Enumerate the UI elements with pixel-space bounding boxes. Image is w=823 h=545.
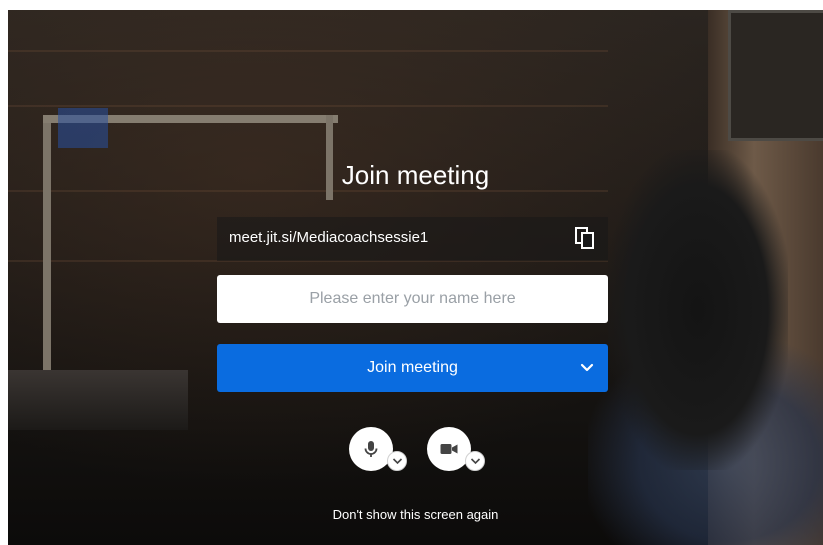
camera-preview: Join meeting meet.jit.si/Mediacoachsessi… <box>8 10 823 545</box>
copy-icon[interactable] <box>574 227 596 251</box>
video-camera-icon <box>440 444 458 454</box>
background-plank <box>8 50 608 52</box>
camera-options-button[interactable] <box>465 451 485 471</box>
chevron-down-icon[interactable] <box>580 361 594 375</box>
camera-button[interactable] <box>427 427 471 471</box>
chevron-down-icon <box>470 458 481 465</box>
background-desk <box>8 370 188 430</box>
background-plank <box>8 105 608 107</box>
join-meeting-button[interactable]: Join meeting <box>217 344 608 392</box>
background-chair <box>608 150 788 470</box>
microphone-options-button[interactable] <box>387 451 407 471</box>
background-blue-object <box>58 108 108 148</box>
page-title: Join meeting <box>341 160 490 190</box>
chevron-down-icon <box>392 458 403 465</box>
microphone-button[interactable] <box>349 427 393 471</box>
dont-show-again-link[interactable]: Don't show this screen again <box>8 507 823 522</box>
name-input[interactable] <box>217 275 608 323</box>
background-picture-frame <box>728 10 823 141</box>
meeting-url-bar[interactable]: meet.jit.si/Mediacoachsessie1 <box>217 217 608 261</box>
join-meeting-label: Join meeting <box>367 359 458 376</box>
microphone-icon <box>364 441 378 457</box>
meeting-url-text: meet.jit.si/Mediacoachsessie1 <box>229 229 429 246</box>
background-pole <box>43 115 51 370</box>
